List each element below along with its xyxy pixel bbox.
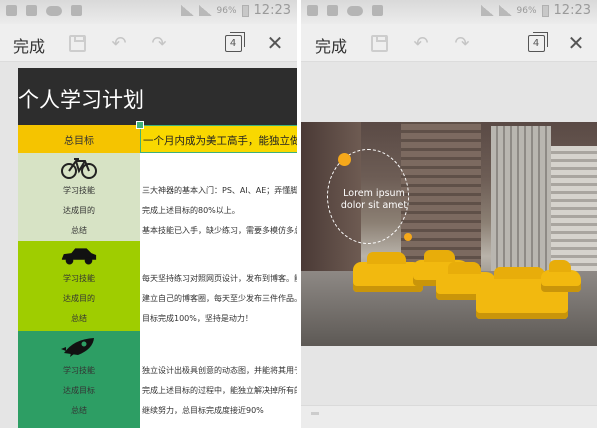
orange-dot [338, 153, 351, 166]
system-icons: 96% 12:23 [480, 3, 591, 18]
clock: 12:23 [253, 3, 291, 18]
tabs-icon: 4 [224, 31, 245, 52]
undo-button[interactable]: ↶ [108, 32, 130, 54]
tabs-button[interactable]: 4 [222, 31, 245, 54]
caption-line: dolor sit amet [340, 200, 408, 211]
row-text[interactable]: 每天坚持练习对照网页设计，发布到博客。能写出基 [142, 273, 297, 284]
document-title[interactable]: 个人学习计划 [18, 68, 297, 125]
editor-toolbar: 完成 ↶ ↷ 4 ✕ [301, 24, 597, 62]
row-text[interactable]: 完成上述目标的过程中，能独立解决掉所有的问题。 [142, 385, 297, 396]
download-icon [26, 5, 37, 16]
section-bicycle: 学习技能 三大神器的基本入门：PS、AI、AE；弄懂脚本语言 达成目的 完成上述… [18, 153, 297, 241]
wifi-icon [480, 5, 494, 16]
close-button[interactable]: ✕ [565, 31, 587, 55]
slide-caption[interactable]: Lorem ipsum dolor sit amet [337, 188, 411, 212]
notification-icons [6, 5, 82, 16]
wifi-icon [180, 5, 194, 16]
save-button[interactable] [66, 32, 88, 54]
row-label: 达成目的 [63, 294, 95, 303]
row-text[interactable]: 目标完成100%，坚持是动力！ [142, 313, 297, 324]
slide-marker [311, 412, 319, 415]
goal-row: 总目标 一个月内成为美工高手，能独立做出海 [18, 121, 297, 153]
save-button[interactable] [368, 32, 390, 54]
row-label: 学习技能 [63, 274, 95, 283]
row-label: 学习技能 [63, 366, 95, 375]
close-icon: ✕ [567, 31, 585, 55]
battery-percent: 96% [216, 5, 237, 16]
document-canvas[interactable]: 个人学习计划 总目标 一个月内成为美工高手，能独立做出海 学习技能 三大神器的基… [18, 68, 297, 428]
notification-icons [307, 5, 383, 16]
row-text[interactable]: 建立自己的博客圈，每天至少发布三件作品。能用H [142, 293, 297, 304]
tabs-button[interactable]: 4 [525, 31, 548, 54]
car-icon [60, 245, 98, 267]
row-label: 达成目的 [63, 206, 95, 215]
row-label: 达成目标 [63, 386, 95, 395]
app-icon [372, 5, 383, 16]
building [551, 146, 597, 276]
taxi [541, 260, 581, 292]
signal-icon [498, 5, 512, 16]
battery-icon [241, 4, 249, 17]
rocket-icon [60, 335, 98, 357]
download-icon [327, 5, 338, 16]
row-text[interactable]: 三大神器的基本入门：PS、AI、AE；弄懂脚本语言 [142, 185, 297, 196]
row-label: 总结 [71, 314, 87, 323]
status-bar: 96% 12:23 [301, 0, 597, 24]
orange-dot [404, 233, 412, 241]
undo-icon: ↶ [111, 32, 127, 54]
row-text[interactable]: 继续努力，总目标完成度接近90% [142, 405, 297, 416]
left-screen: 96% 12:23 完成 ↶ ↷ 4 ✕ 个人学习计划 总目标 一个月内成为美工… [0, 0, 297, 428]
slide-photo[interactable]: Lorem ipsum dolor sit amet [301, 122, 597, 346]
redo-button[interactable]: ↷ [148, 32, 170, 54]
row-text[interactable]: 完成上述目标的80%以上。 [142, 205, 297, 216]
close-button[interactable]: ✕ [264, 31, 286, 55]
battery-percent: 96% [516, 5, 537, 16]
close-icon: ✕ [266, 31, 284, 55]
row-text[interactable]: 独立设计出极具创意的动态图，并能将其用于自己制 [142, 365, 297, 376]
save-icon [68, 34, 86, 52]
selection-handle[interactable] [136, 121, 144, 129]
editor-toolbar: 完成 ↶ ↷ 4 ✕ [0, 24, 297, 62]
row-label: 学习技能 [63, 186, 95, 195]
system-icons: 96% 12:23 [180, 3, 291, 18]
done-button[interactable]: 完成 [13, 33, 45, 57]
goal-text-selected[interactable]: 一个月内成为美工高手，能独立做出海 [140, 125, 297, 153]
section-rocket: 学习技能 独立设计出极具创意的动态图，并能将其用于自己制 达成目标 完成上述目标… [18, 331, 297, 428]
section-car: 学习技能 每天坚持练习对照网页设计，发布到博客。能写出基 达成目的 建立自己的博… [18, 241, 297, 331]
weather-icon [347, 5, 363, 16]
tabs-icon: 4 [527, 31, 548, 52]
redo-icon: ↷ [151, 32, 167, 54]
save-icon [370, 34, 388, 52]
app-icon [71, 5, 82, 16]
goal-label[interactable]: 总目标 [18, 125, 140, 153]
caption-line: Lorem ipsum [343, 188, 405, 199]
next-slide-preview[interactable] [301, 405, 597, 428]
undo-button[interactable]: ↶ [410, 32, 432, 54]
redo-icon: ↷ [454, 32, 470, 54]
redo-button[interactable]: ↷ [451, 32, 473, 54]
row-label: 总结 [71, 226, 87, 235]
building [491, 126, 551, 276]
weather-icon [46, 5, 62, 16]
battery-icon [541, 4, 549, 17]
undo-icon: ↶ [413, 32, 429, 54]
done-button[interactable]: 完成 [315, 33, 347, 57]
right-screen: 96% 12:23 完成 ↶ ↷ 4 ✕ Lorem ipsum dolor s… [301, 0, 597, 428]
signal-icon [198, 5, 212, 16]
bicycle-icon [60, 157, 98, 179]
clock: 12:23 [553, 3, 591, 18]
notification-icon [6, 5, 17, 16]
row-label: 总结 [71, 406, 87, 415]
notification-icon [307, 5, 318, 16]
row-text[interactable]: 基本技能已入手，缺少练习，需要多模仿多总结。 [142, 225, 297, 236]
status-bar: 96% 12:23 [0, 0, 297, 24]
